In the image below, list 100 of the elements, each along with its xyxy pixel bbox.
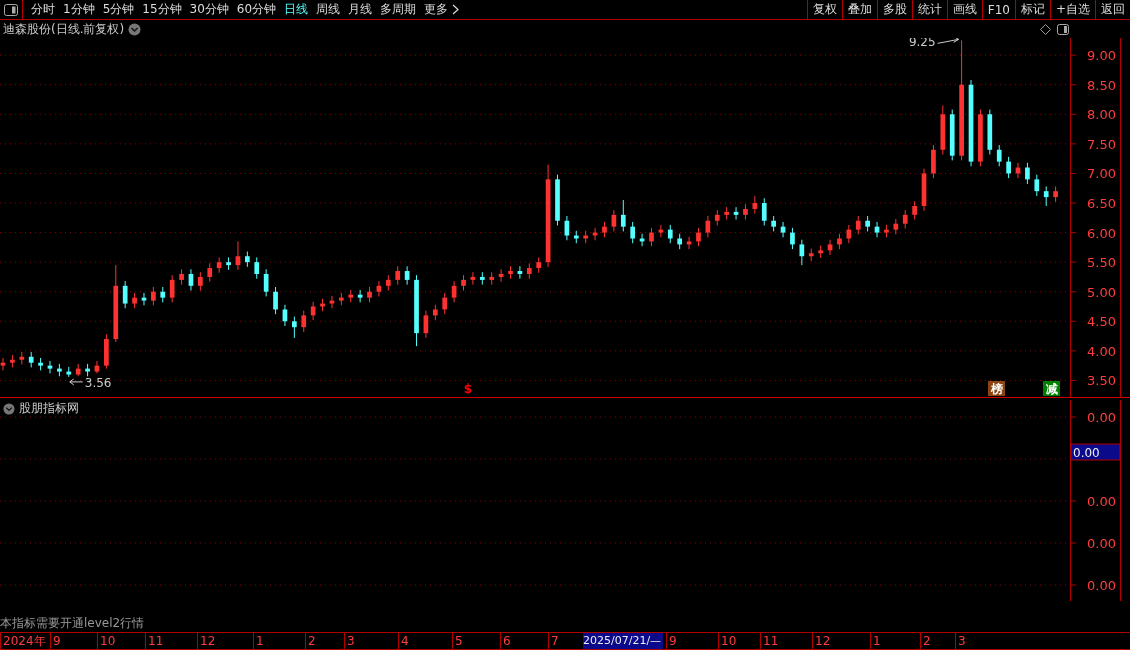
cursor-value-label: 0.00 bbox=[1070, 443, 1121, 461]
candlestick bbox=[160, 286, 166, 303]
event-badge[interactable]: 减 bbox=[1043, 381, 1060, 396]
candlestick bbox=[677, 233, 682, 250]
candlestick bbox=[442, 292, 448, 315]
candlestick bbox=[620, 199, 626, 232]
candlestick bbox=[367, 286, 372, 303]
candlestick bbox=[348, 289, 354, 303]
date-axis-label: 2 bbox=[920, 633, 931, 649]
period-tab[interactable]: 更多 bbox=[420, 1, 453, 18]
candlestick bbox=[282, 304, 288, 327]
candlestick bbox=[921, 168, 927, 212]
arrow-icon bbox=[937, 38, 960, 44]
candlestick bbox=[432, 304, 438, 321]
candlestick bbox=[630, 221, 636, 244]
period-tab[interactable]: 分时 bbox=[27, 1, 59, 18]
candlestick bbox=[395, 265, 401, 286]
candlestick bbox=[686, 236, 692, 250]
dropdown-icon[interactable] bbox=[3, 402, 15, 415]
candlestick bbox=[573, 230, 579, 244]
candlestick bbox=[517, 265, 523, 280]
price-axis-label: 4.50 bbox=[1087, 314, 1116, 330]
candlestick bbox=[310, 301, 316, 321]
candlestick bbox=[141, 292, 147, 306]
date-axis-label: 9 bbox=[666, 633, 677, 649]
period-tab[interactable]: 多周期 bbox=[376, 1, 421, 18]
candlestick bbox=[874, 221, 880, 238]
date-axis-label: 10 bbox=[97, 633, 116, 649]
candlestick bbox=[602, 221, 607, 238]
candlestick bbox=[912, 200, 917, 221]
candlestick bbox=[339, 292, 344, 306]
period-tab[interactable]: 30分钟 bbox=[185, 1, 233, 18]
panel-toggle-icon[interactable] bbox=[1057, 24, 1069, 35]
price-axis-label: 7.00 bbox=[1087, 166, 1116, 182]
candlestick bbox=[1034, 174, 1040, 197]
candlestick bbox=[498, 268, 504, 283]
candlestick bbox=[536, 256, 542, 274]
candlestick bbox=[658, 224, 664, 238]
candlestick bbox=[893, 218, 899, 235]
candlestick bbox=[423, 310, 429, 339]
indicator-axis-label: 0.00 bbox=[1087, 578, 1116, 593]
period-tab[interactable]: 1分钟 bbox=[59, 1, 99, 18]
candlestick bbox=[949, 109, 955, 161]
candlestick bbox=[987, 109, 993, 155]
candlestick bbox=[47, 360, 53, 374]
date-axis-label: 4 bbox=[398, 633, 409, 649]
candlestick bbox=[479, 271, 485, 286]
candlestick bbox=[790, 227, 795, 250]
candlestick bbox=[1053, 185, 1058, 203]
period-tab[interactable]: 月线 bbox=[344, 1, 377, 18]
candlestick bbox=[611, 209, 617, 232]
arrow-icon bbox=[69, 378, 84, 386]
dropdown-icon[interactable] bbox=[128, 22, 142, 36]
candlestick bbox=[461, 274, 466, 292]
price-axis-label: 5.00 bbox=[1087, 284, 1116, 300]
indicator-axis-label: 0.00 bbox=[1087, 536, 1116, 551]
candlestick bbox=[273, 286, 278, 315]
candlestick bbox=[10, 354, 15, 368]
candlestick bbox=[179, 268, 184, 286]
candlestick bbox=[865, 215, 870, 232]
price-axis-label: 4.00 bbox=[1087, 343, 1116, 359]
chevron-right-icon[interactable] bbox=[452, 4, 460, 15]
price-axis-label: 8.00 bbox=[1087, 107, 1116, 123]
candlestick bbox=[846, 224, 852, 244]
candlestick bbox=[329, 295, 335, 309]
diamond-icon[interactable] bbox=[1040, 24, 1051, 35]
indicator-title: 股朋指标网 bbox=[19, 400, 79, 417]
candlestick bbox=[808, 248, 814, 262]
period-tab[interactable]: 周线 bbox=[312, 1, 345, 18]
candlestick bbox=[564, 215, 570, 241]
price-axis-label: 7.50 bbox=[1087, 136, 1116, 152]
candlestick bbox=[216, 256, 222, 274]
price-axis-label: 5.50 bbox=[1087, 255, 1116, 271]
candlestick bbox=[207, 262, 213, 283]
price-axis-label: 8.50 bbox=[1087, 77, 1116, 93]
candlestick bbox=[226, 256, 231, 271]
candlestick bbox=[57, 363, 62, 377]
candlestick bbox=[1006, 156, 1011, 179]
date-axis-label: 6 bbox=[500, 633, 511, 649]
period-tab[interactable]: 60分钟 bbox=[232, 1, 281, 18]
candlestick bbox=[526, 262, 532, 280]
period-tab[interactable]: 5分钟 bbox=[98, 1, 139, 18]
price-axis-label: 3.50 bbox=[1087, 373, 1116, 389]
candlestick bbox=[780, 221, 786, 238]
candlestick bbox=[28, 351, 34, 368]
event-badge[interactable]: $ bbox=[463, 382, 473, 396]
candlestick bbox=[592, 227, 598, 241]
candlestick bbox=[931, 144, 936, 179]
candlestick bbox=[94, 360, 100, 374]
period-tab[interactable]: 15分钟 bbox=[138, 1, 186, 18]
event-badge[interactable]: 榜 bbox=[988, 381, 1005, 396]
panel-toggle-icon[interactable] bbox=[4, 3, 18, 16]
candlestick bbox=[743, 203, 748, 221]
date-axis-label: 11 bbox=[145, 633, 164, 649]
indicator-axis-label: 0.00 bbox=[1087, 494, 1116, 509]
candlestick bbox=[696, 227, 701, 247]
notice-text: 本指标需要开通level2行情 bbox=[0, 615, 145, 632]
candlestick bbox=[198, 271, 203, 292]
period-tab[interactable]: 日线 bbox=[280, 1, 313, 18]
date-axis-label: 12 bbox=[812, 633, 831, 649]
